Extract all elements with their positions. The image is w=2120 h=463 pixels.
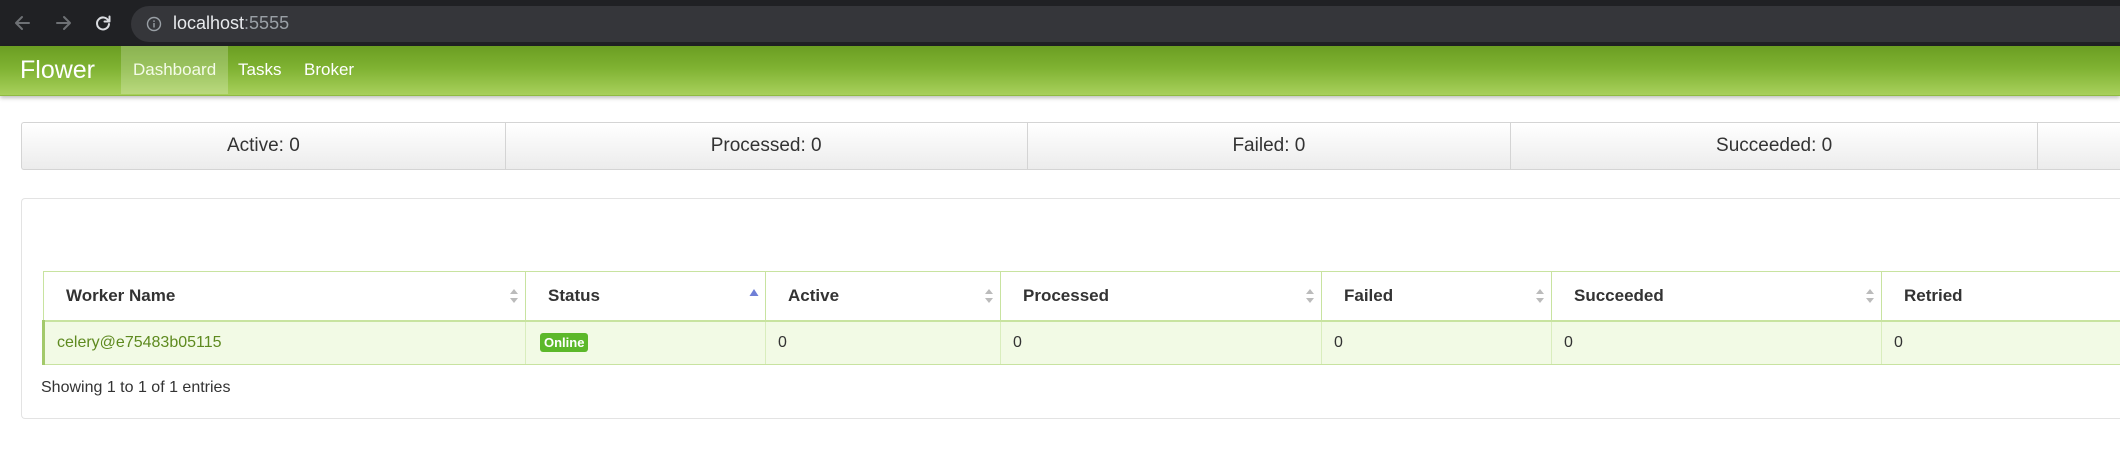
sort-both-icon (510, 289, 518, 303)
workers-panel: Worker Name Status Active Processed Fail… (21, 198, 2120, 419)
cell-succeeded: 0 (1551, 320, 1882, 365)
sort-both-icon (1866, 289, 1874, 303)
stat-processed[interactable]: Processed: 0 (506, 123, 1028, 169)
app-navbar: Flower Dashboard Tasks Broker (0, 46, 2120, 96)
address-bar[interactable]: localhost:5555 (131, 6, 2120, 42)
cell-status: Online (525, 320, 766, 365)
column-header-label: Status (548, 285, 600, 305)
column-header-succeeded[interactable]: Succeeded (1551, 271, 1882, 322)
sort-both-icon (985, 289, 993, 303)
summary-stats-bar: Active: 0 Processed: 0 Failed: 0 Succeed… (21, 122, 2120, 170)
brand-logo[interactable]: Flower (20, 56, 95, 85)
column-header-processed[interactable]: Processed (1000, 271, 1322, 322)
url-host: localhost (173, 13, 245, 33)
stat-active[interactable]: Active: 0 (22, 123, 506, 169)
sort-ascending-icon (749, 289, 759, 296)
stat-succeeded[interactable]: Succeeded: 0 (1511, 123, 2039, 169)
back-button[interactable] (9, 9, 37, 37)
column-header-label: Retried (1904, 285, 1963, 305)
column-header-retried[interactable]: Retried (1881, 271, 2120, 322)
nav-item-tasks[interactable]: Tasks (226, 46, 293, 94)
column-header-worker-name[interactable]: Worker Name (43, 271, 526, 322)
reload-icon (96, 15, 111, 31)
column-header-label: Processed (1023, 285, 1109, 305)
column-header-active[interactable]: Active (765, 271, 1001, 322)
stat-overflow (2038, 123, 2120, 169)
sort-both-icon (1306, 289, 1314, 303)
column-header-status[interactable]: Status (525, 271, 766, 322)
worker-name-link[interactable]: celery@e75483b05115 (57, 334, 222, 351)
cell-failed: 0 (1321, 320, 1552, 365)
table-info-text: Showing 1 to 1 of 1 entries (41, 379, 231, 396)
stat-failed[interactable]: Failed: 0 (1028, 123, 1512, 169)
cell-active: 0 (765, 320, 1001, 365)
status-badge: Online (540, 333, 589, 353)
forward-button[interactable] (49, 9, 77, 37)
column-header-failed[interactable]: Failed (1321, 271, 1552, 322)
reload-button[interactable] (89, 9, 117, 37)
column-header-label: Active (788, 285, 840, 305)
url-text: localhost:5555 (173, 13, 289, 34)
workers-table: Worker Name Status Active Processed Fail… (42, 271, 2120, 365)
cell-retried: 0 (1881, 320, 2120, 365)
cell-processed: 0 (1000, 320, 1322, 365)
column-header-label: Failed (1344, 285, 1394, 305)
column-header-label: Succeeded (1574, 285, 1664, 305)
browser-toolbar: localhost:5555 (0, 0, 2120, 46)
arrow-left-icon (15, 16, 30, 30)
sort-both-icon (1536, 289, 1544, 303)
cell-worker-name: celery@e75483b05115 (42, 320, 526, 365)
nav-item-dashboard[interactable]: Dashboard (121, 46, 229, 94)
column-header-label: Worker Name (66, 285, 176, 305)
table-header-row: Worker Name Status Active Processed Fail… (43, 271, 2120, 322)
info-icon (146, 16, 162, 32)
url-port: :5555 (244, 13, 290, 33)
nav-item-broker[interactable]: Broker (292, 46, 366, 94)
table-row: celery@e75483b05115 Online 0 0 0 0 0 (42, 320, 2120, 365)
arrow-right-icon (56, 16, 71, 30)
